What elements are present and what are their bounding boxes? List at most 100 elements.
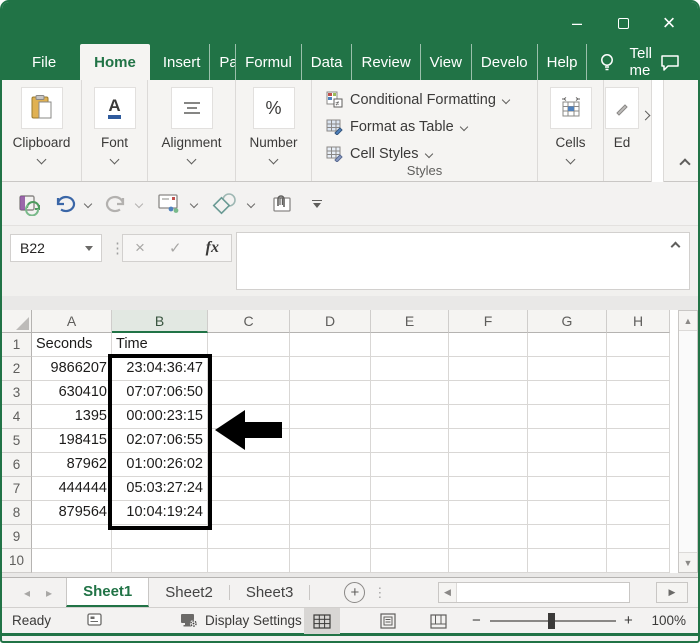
- cell-D9[interactable]: [290, 525, 371, 549]
- column-header-G[interactable]: G: [528, 310, 607, 333]
- row-header-4[interactable]: 4: [2, 405, 32, 429]
- cell-E3[interactable]: [371, 381, 449, 405]
- new-sheet-button[interactable]: +: [344, 582, 366, 603]
- ribbon-scroll-strip[interactable]: [651, 80, 664, 182]
- cell-B7[interactable]: 05:03:27:24: [112, 477, 208, 501]
- cell-A5[interactable]: 198415: [32, 429, 112, 453]
- cell-E7[interactable]: [371, 477, 449, 501]
- redo-dropdown[interactable]: [134, 199, 144, 208]
- ribbon-scroll-right[interactable]: [640, 80, 651, 181]
- cell-E2[interactable]: [371, 357, 449, 381]
- normal-view-button[interactable]: [304, 608, 340, 634]
- name-box[interactable]: B22: [10, 234, 102, 262]
- format-as-table-button[interactable]: Format as Table: [326, 113, 468, 140]
- cell-D8[interactable]: [290, 501, 371, 525]
- cell-F2[interactable]: [449, 357, 528, 381]
- cancel-button[interactable]: ×: [135, 238, 145, 258]
- cell-B8[interactable]: 10:04:19:24: [112, 501, 208, 525]
- cell-E5[interactable]: [371, 429, 449, 453]
- scroll-right-button[interactable]: ▶: [656, 582, 688, 603]
- cell-G6[interactable]: [528, 453, 607, 477]
- customize-qat-button[interactable]: [312, 199, 322, 208]
- cell-D3[interactable]: [290, 381, 371, 405]
- cell-G1[interactable]: [528, 333, 607, 357]
- cell-C9[interactable]: [208, 525, 290, 549]
- cell-H8[interactable]: [607, 501, 670, 525]
- cell-H10[interactable]: [607, 549, 670, 573]
- cell-F3[interactable]: [449, 381, 528, 405]
- cell-B1[interactable]: Time: [112, 333, 208, 357]
- tab-help[interactable]: Help: [538, 44, 588, 80]
- tab-file[interactable]: File: [16, 44, 72, 80]
- tab-insert[interactable]: Insert: [154, 44, 211, 80]
- cell-F9[interactable]: [449, 525, 528, 549]
- row-header-9[interactable]: 9: [2, 525, 32, 549]
- mail-note-dropdown[interactable]: [189, 199, 199, 208]
- cell-G4[interactable]: [528, 405, 607, 429]
- name-box-dropdown-icon[interactable]: [85, 245, 93, 251]
- cell-E8[interactable]: [371, 501, 449, 525]
- cell-H7[interactable]: [607, 477, 670, 501]
- cell-F8[interactable]: [449, 501, 528, 525]
- cell-A1[interactable]: Seconds: [32, 333, 112, 357]
- cell-A2[interactable]: 9866207: [32, 357, 112, 381]
- row-header-10[interactable]: 10: [2, 549, 32, 573]
- cell-G9[interactable]: [528, 525, 607, 549]
- vertical-scrollbar[interactable]: ▲ ▼: [678, 310, 698, 573]
- cell-E1[interactable]: [371, 333, 449, 357]
- close-button[interactable]: ×: [646, 2, 692, 44]
- cell-H4[interactable]: [607, 405, 670, 429]
- cell-B9[interactable]: [112, 525, 208, 549]
- cell-G5[interactable]: [528, 429, 607, 453]
- scroll-down-button[interactable]: ▼: [679, 552, 697, 572]
- insert-function-button[interactable]: fx: [206, 239, 219, 257]
- shapes-dropdown[interactable]: [246, 199, 256, 208]
- cell-E9[interactable]: [371, 525, 449, 549]
- cell-F7[interactable]: [449, 477, 528, 501]
- cell-A3[interactable]: 630410: [32, 381, 112, 405]
- cell-D4[interactable]: [290, 405, 371, 429]
- undo-dropdown[interactable]: [83, 199, 93, 208]
- cell-H9[interactable]: [607, 525, 670, 549]
- tab-home[interactable]: Home: [80, 44, 150, 80]
- cell-F6[interactable]: [449, 453, 528, 477]
- sheet-tab-sheet2[interactable]: Sheet2: [149, 578, 229, 607]
- row-header-3[interactable]: 3: [2, 381, 32, 405]
- cell-E6[interactable]: [371, 453, 449, 477]
- scroll-left-button[interactable]: ◀: [439, 583, 457, 602]
- clipboard-group-button[interactable]: Clipboard: [2, 80, 82, 181]
- column-header-B[interactable]: B: [112, 310, 208, 333]
- cell-B3[interactable]: 07:07:06:50: [112, 381, 208, 405]
- editing-group-button[interactable]: Ed: [604, 80, 640, 181]
- cells-group-button[interactable]: Cells: [538, 80, 604, 181]
- tell-me-box[interactable]: Tell me: [621, 44, 660, 80]
- cell-E4[interactable]: [371, 405, 449, 429]
- select-all-button[interactable]: [2, 310, 32, 333]
- cell-C7[interactable]: [208, 477, 290, 501]
- maximize-button[interactable]: [600, 2, 646, 44]
- row-header-6[interactable]: 6: [2, 453, 32, 477]
- row-header-7[interactable]: 7: [2, 477, 32, 501]
- cell-C3[interactable]: [208, 381, 290, 405]
- tab-developer[interactable]: Develo: [472, 44, 538, 80]
- collapse-formula-bar-icon[interactable]: [670, 241, 681, 252]
- font-group-button[interactable]: A Font: [82, 80, 148, 181]
- macro-record-button[interactable]: [87, 612, 104, 630]
- collapse-ribbon-button[interactable]: [679, 155, 691, 173]
- refresh-button[interactable]: [14, 189, 46, 219]
- alignment-group-button[interactable]: Alignment: [148, 80, 236, 181]
- tab-page-layout[interactable]: Page La: [210, 44, 237, 80]
- cell-G8[interactable]: [528, 501, 607, 525]
- cell-B4[interactable]: 00:00:23:15: [112, 405, 208, 429]
- cell-H3[interactable]: [607, 381, 670, 405]
- row-header-5[interactable]: 5: [2, 429, 32, 453]
- comments-button[interactable]: [660, 44, 698, 80]
- cell-D6[interactable]: [290, 453, 371, 477]
- cell-C10[interactable]: [208, 549, 290, 573]
- cell-H5[interactable]: [607, 429, 670, 453]
- cell-C4[interactable]: [208, 405, 290, 429]
- cell-C8[interactable]: [208, 501, 290, 525]
- sheet-tab-sheet1[interactable]: Sheet1: [66, 578, 150, 607]
- cell-G10[interactable]: [528, 549, 607, 573]
- cell-B6[interactable]: 01:00:26:02: [112, 453, 208, 477]
